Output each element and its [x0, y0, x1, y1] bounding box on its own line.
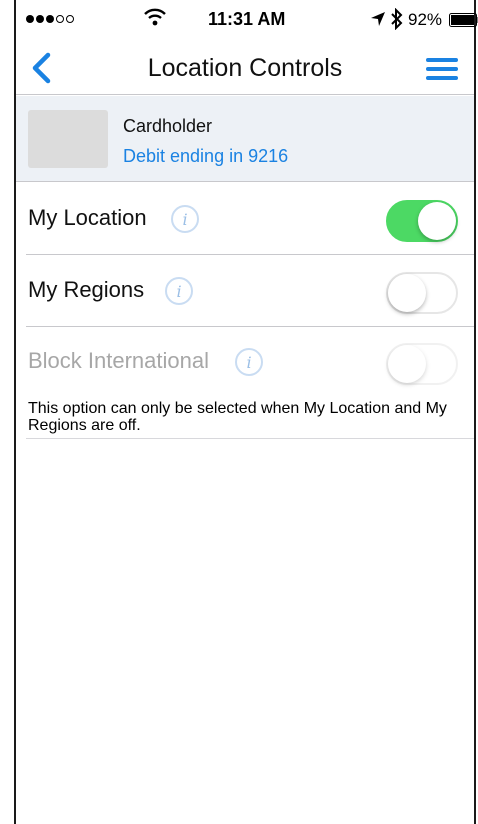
battery-icon	[449, 13, 478, 27]
setting-label: My Location	[28, 205, 147, 230]
svg-text:i: i	[246, 353, 251, 372]
card-description: Debit ending in 9216	[123, 146, 289, 166]
help-text: This option can only be selected when My…	[28, 400, 447, 434]
setting-row-my-location: My Location i	[16, 183, 474, 255]
my-location-toggle[interactable]	[386, 200, 458, 242]
divider	[26, 438, 474, 439]
signal-strength-icon	[26, 15, 74, 23]
hamburger-menu-icon	[426, 58, 458, 80]
navigation-bar: Location Controls	[16, 40, 474, 95]
cardholder-name: Cardholder	[123, 116, 213, 136]
battery-percent: 92%	[408, 10, 443, 29]
info-icon[interactable]: i	[164, 276, 194, 306]
info-icon[interactable]: i	[234, 347, 264, 377]
status-bar: 11:31 AM 92%	[16, 0, 478, 40]
location-arrow-icon	[371, 12, 385, 26]
bluetooth-icon	[391, 8, 403, 30]
card-header: Cardholder Debit ending in 9216	[16, 96, 474, 182]
setting-label: Block International	[28, 348, 209, 373]
svg-text:i: i	[176, 282, 181, 301]
setting-row-block-international: Block International i	[16, 326, 474, 398]
status-time: 11:31 AM	[208, 9, 286, 29]
menu-button[interactable]	[426, 57, 458, 81]
my-regions-toggle[interactable]	[386, 272, 458, 314]
setting-label: My Regions	[28, 277, 145, 302]
page-title: Location Controls	[147, 54, 343, 82]
card-thumbnail	[28, 110, 108, 168]
app-frame: 11:31 AM 92% Location Controls Cardholde…	[14, 0, 478, 824]
setting-row-my-regions: My Regions i	[16, 255, 474, 327]
wifi-icon	[144, 8, 166, 26]
block-international-toggle[interactable]	[386, 343, 458, 385]
svg-text:i: i	[182, 210, 187, 229]
info-icon[interactable]: i	[170, 204, 200, 234]
